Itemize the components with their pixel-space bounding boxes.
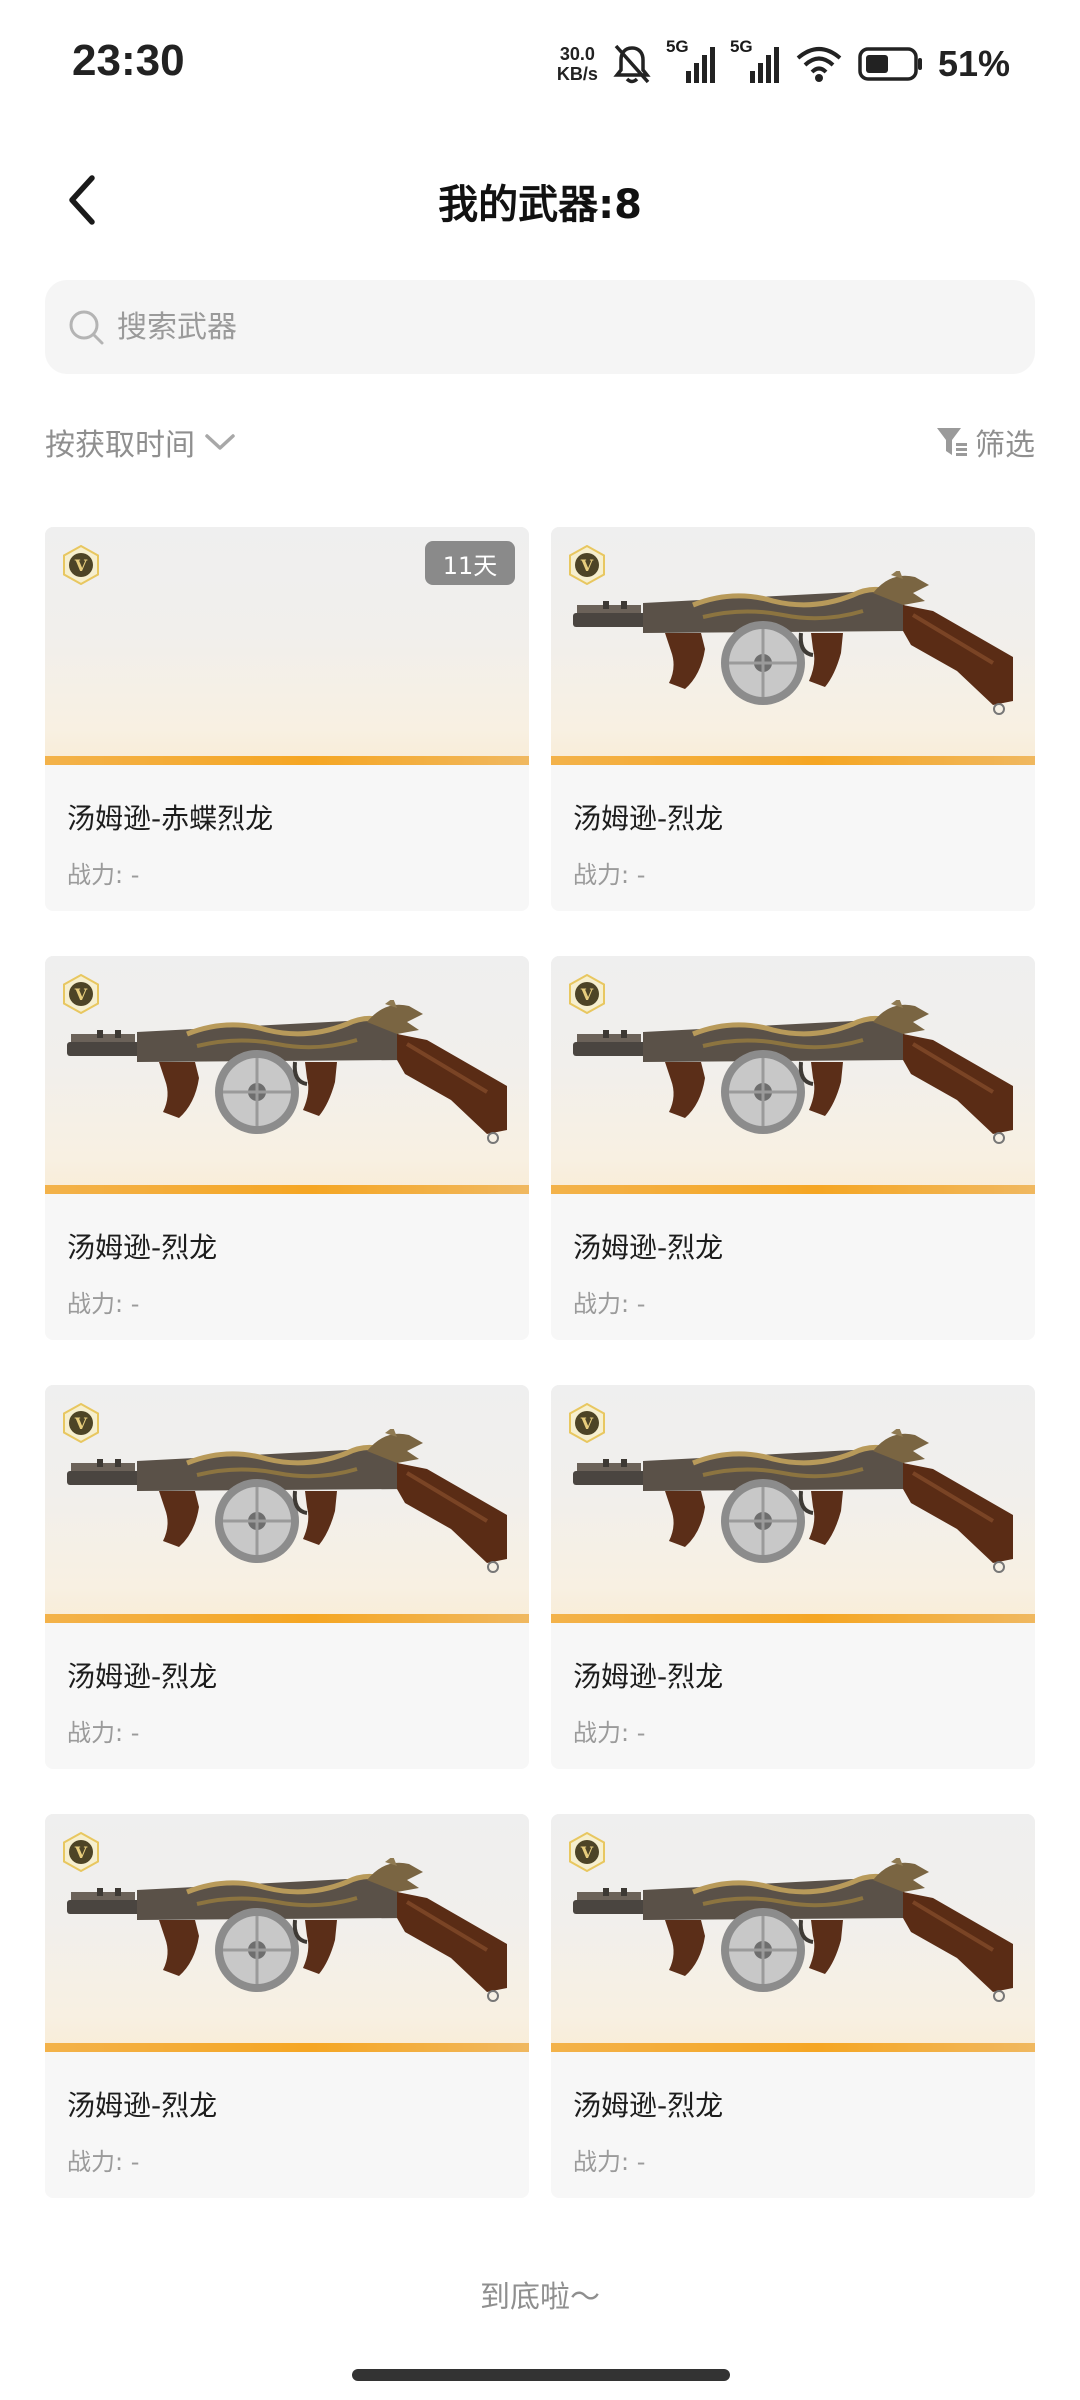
weapon-name: 汤姆逊-烈龙 — [573, 1660, 724, 1693]
weapon-name: 汤姆逊-烈龙 — [573, 2089, 724, 2122]
filter-label: 筛选 — [975, 428, 1035, 463]
weapon-power: 战力: - — [573, 1719, 646, 1747]
search-input[interactable] — [115, 308, 1019, 346]
weapon-image: V — [551, 956, 1035, 1194]
weapon-name: 汤姆逊-烈龙 — [67, 1660, 218, 1693]
battery-icon — [858, 46, 924, 82]
weapon-card[interactable]: V 11天 汤姆逊-赤蝶烈龙 战力: - — [45, 527, 529, 911]
search-icon — [67, 308, 105, 346]
weapon-image: V 11天 — [45, 527, 529, 765]
weapon-image: V — [45, 1814, 529, 2052]
weapon-name: 汤姆逊-烈龙 — [573, 802, 724, 835]
weapon-image: V — [551, 1814, 1035, 2052]
wifi-icon — [794, 42, 844, 86]
weapon-card[interactable]: V 汤姆逊-烈龙 战力: - — [551, 956, 1035, 1340]
weapon-image: V — [551, 527, 1035, 765]
home-indicator[interactable] — [352, 2369, 730, 2381]
weapon-power: 战力: - — [573, 2148, 646, 2176]
status-bar: 23:30 30.0 KB/s 5G 5G 51% — [0, 0, 1080, 120]
weapon-power: 战力: - — [67, 1719, 140, 1747]
header: 我的武器:8 — [0, 150, 1080, 250]
status-time: 23:30 — [72, 36, 185, 85]
filter-button[interactable]: 筛选 — [935, 412, 1035, 472]
weapon-card[interactable]: V 汤姆逊-烈龙 战力: - — [551, 1814, 1035, 2198]
sort-dropdown[interactable]: 按获取时间 — [45, 412, 237, 472]
tommy-gun-image — [573, 1858, 1013, 2002]
weapons-page: 23:30 30.0 KB/s 5G 5G 51% 我的武器:8 搜索武器 按获… — [0, 0, 1080, 2400]
weapon-card[interactable]: V 汤姆逊-烈龙 战力: - — [551, 527, 1035, 911]
network-speed-unit: KB/s — [556, 64, 598, 84]
page-title: 我的武器:8 — [438, 182, 642, 228]
signal-2-icon: 5G — [730, 37, 780, 87]
days-left-badge: 11天 — [425, 541, 515, 585]
sort-label: 按获取时间 — [45, 428, 195, 463]
weapon-power: 战力: - — [67, 2148, 140, 2176]
search-box[interactable] — [45, 280, 1035, 374]
weapon-power: 战力: - — [573, 861, 646, 889]
weapon-card[interactable]: V 汤姆逊-烈龙 战力: - — [45, 956, 529, 1340]
signal-1-icon: 5G — [666, 37, 716, 87]
toolbar: 按获取时间 筛选 — [45, 412, 1035, 472]
weapon-card[interactable]: V 汤姆逊-烈龙 战力: - — [551, 1385, 1035, 1769]
weapon-image: V — [45, 956, 529, 1194]
weapon-image: V — [551, 1385, 1035, 1623]
weapons-grid: V 11天 汤姆逊-赤蝶烈龙 战力: - V 汤姆逊-烈龙 战力: - V 汤姆… — [45, 527, 1035, 2198]
chevron-down-icon — [205, 434, 235, 450]
end-of-list-text: 到底啦～ — [480, 2280, 600, 2315]
weapon-image: V — [45, 1385, 529, 1623]
tommy-gun-image — [573, 1429, 1013, 1573]
mute-bell-icon — [612, 42, 652, 86]
tommy-gun-image — [67, 1858, 507, 2002]
network-speed-value: 30.0 — [559, 44, 595, 64]
weapon-name: 汤姆逊-烈龙 — [573, 1231, 724, 1264]
tommy-gun-image — [573, 1000, 1013, 1144]
tommy-gun-image — [67, 1429, 507, 1573]
battery-percent: 51% — [937, 43, 1010, 84]
weapon-power: 战力: - — [67, 1290, 140, 1318]
weapon-name: 汤姆逊-赤蝶烈龙 — [67, 802, 274, 835]
svg-text:V: V — [74, 556, 88, 575]
status-icons: 30.0 KB/s 5G 5G 51% — [557, 36, 1010, 92]
v-tier-badge-icon: V — [63, 545, 99, 585]
weapon-card[interactable]: V 汤姆逊-烈龙 战力: - — [45, 1814, 529, 2198]
weapon-power: 战力: - — [67, 861, 140, 889]
network-speed: 30.0 KB/s — [557, 44, 598, 84]
tommy-gun-image — [573, 571, 1013, 715]
weapon-power: 战力: - — [573, 1290, 646, 1318]
tommy-gun-image — [67, 1000, 507, 1144]
weapon-card[interactable]: V 汤姆逊-烈龙 战力: - — [45, 1385, 529, 1769]
weapon-name: 汤姆逊-烈龙 — [67, 2089, 218, 2122]
weapon-name: 汤姆逊-烈龙 — [67, 1231, 218, 1264]
filter-icon — [937, 428, 967, 456]
